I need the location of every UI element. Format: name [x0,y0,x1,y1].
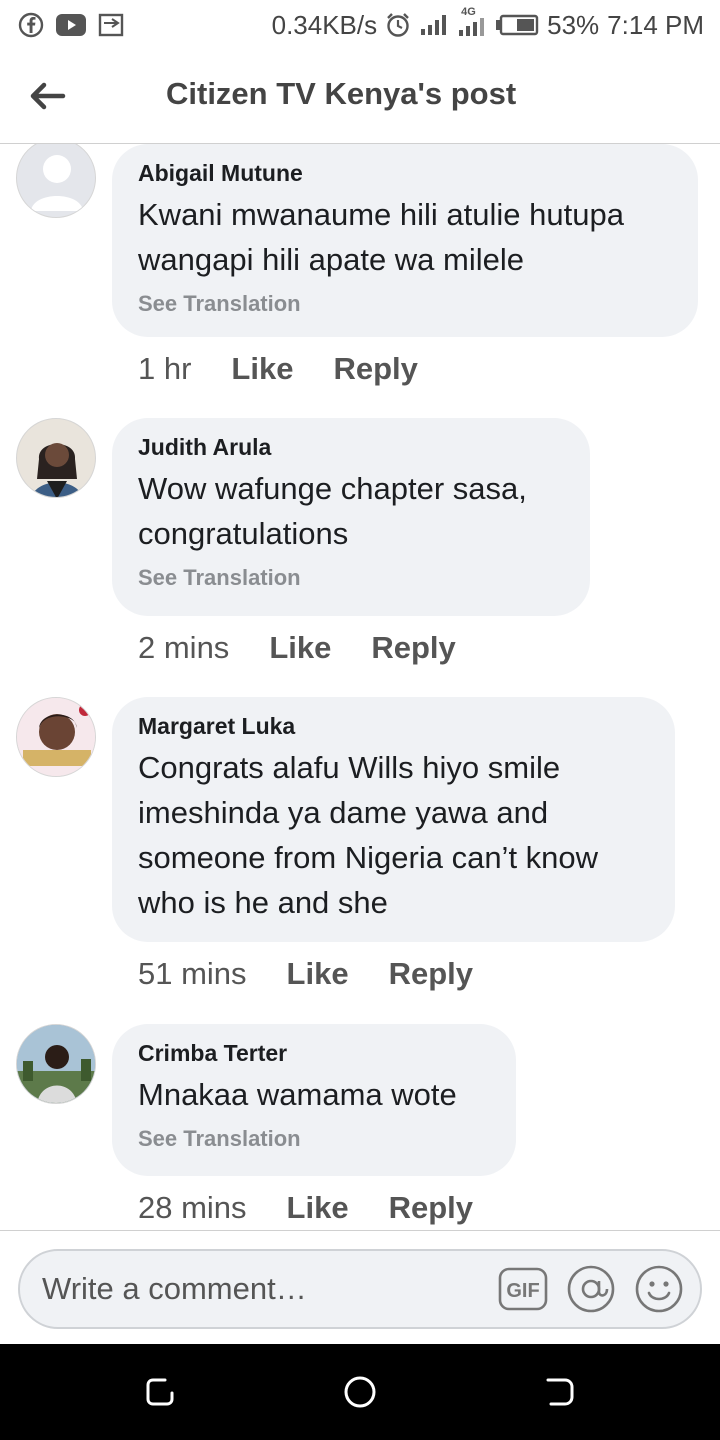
comment-actions: 1 hr Like Reply [138,351,418,387]
profile-photo-icon [17,1025,95,1103]
recents-button[interactable] [140,1372,180,1412]
gif-label: GIF [506,1280,539,1302]
avatar[interactable] [16,1024,96,1104]
network-type: 4G [461,6,476,18]
default-avatar-icon [31,155,83,211]
comment-bubble[interactable]: Abigail Mutune Kwani mwanaume hili atuli… [112,144,698,337]
reply-button[interactable]: Reply [333,351,417,387]
battery-level: 53% [547,9,600,40]
comment-time: 2 mins [138,630,230,665]
see-translation-link[interactable]: See Translation [138,1125,490,1153]
alarm-icon [385,12,411,38]
comment-author[interactable]: Judith Arula [138,432,564,462]
back-nav-button[interactable] [540,1372,580,1412]
comment-bubble[interactable]: Crimba Terter Mnakaa wamama wote See Tra… [112,1024,516,1176]
page-title: Citizen TV Kenya's post [166,76,517,111]
clock: 7:14 PM [607,9,704,40]
profile-photo-icon [17,419,95,497]
comment-time: 1 hr [138,351,192,386]
app-bar: Citizen TV Kenya's post [0,50,720,144]
network-speed: 0.34KB/s [271,9,378,40]
reply-button[interactable]: Reply [389,956,473,992]
smiley-icon [635,1265,683,1313]
like-button[interactable]: Like [287,956,349,992]
at-sign-icon [567,1265,615,1313]
comment-author[interactable]: Abigail Mutune [138,158,672,188]
comment-composer[interactable]: GIF [18,1249,702,1329]
like-button[interactable]: Like [231,351,293,387]
comment-time: 51 mins [138,956,247,991]
comment-list[interactable]: Abigail Mutune Kwani mwanaume hili atuli… [0,144,720,1230]
back-nav-icon [546,1378,574,1406]
see-translation-link[interactable]: See Translation [138,564,564,592]
comment-input[interactable] [42,1271,482,1307]
comment-actions: 2 mins Like Reply [138,630,456,666]
comment-composer-bar: GIF [0,1230,720,1344]
comment-text: Wow wafunge chapter sasa, congratulation… [138,471,527,551]
avatar[interactable] [16,144,96,218]
reply-button[interactable]: Reply [389,1190,473,1226]
comment-actions: 28 mins Like Reply [138,1190,473,1226]
facebook-icon [18,12,44,38]
avatar[interactable] [16,697,96,777]
emoji-button[interactable] [634,1264,684,1314]
avatar[interactable] [16,418,96,498]
comment-time: 28 mins [138,1190,247,1225]
like-button[interactable]: Like [269,630,331,666]
comment-actions: 51 mins Like Reply [138,956,473,992]
gif-button[interactable]: GIF [498,1264,548,1314]
reply-button[interactable]: Reply [371,630,455,666]
comment-text: Kwani mwanaume hili atulie hutupa wangap… [138,197,624,277]
cast-icon [98,13,124,37]
home-icon [344,1376,376,1408]
back-button[interactable] [28,76,68,116]
status-bar: 0.34KB/s 4G 53% 7:14 PM [0,0,720,50]
comment-text: Congrats alafu Wills hiyo smile imeshind… [138,750,599,920]
comment-bubble[interactable]: Judith Arula Wow wafunge chapter sasa, c… [112,418,590,616]
battery-icon [495,14,539,36]
recents-icon [146,1378,174,1406]
arrow-left-icon [30,82,66,110]
see-translation-link[interactable]: See Translation [138,290,672,318]
profile-photo-icon [17,698,95,776]
youtube-icon [56,14,86,36]
signal-icon [419,13,449,37]
comment-author[interactable]: Crimba Terter [138,1038,490,1068]
home-button[interactable] [340,1372,380,1412]
comment-text: Mnakaa wamama wote [138,1077,457,1112]
signal-4g-icon: 4G [457,6,487,38]
comment-author[interactable]: Margaret Luka [138,711,649,741]
system-nav-bar [0,1344,720,1440]
mention-button[interactable] [566,1264,616,1314]
like-button[interactable]: Like [287,1190,349,1226]
comment-bubble[interactable]: Margaret Luka Congrats alafu Wills hiyo … [112,697,675,942]
